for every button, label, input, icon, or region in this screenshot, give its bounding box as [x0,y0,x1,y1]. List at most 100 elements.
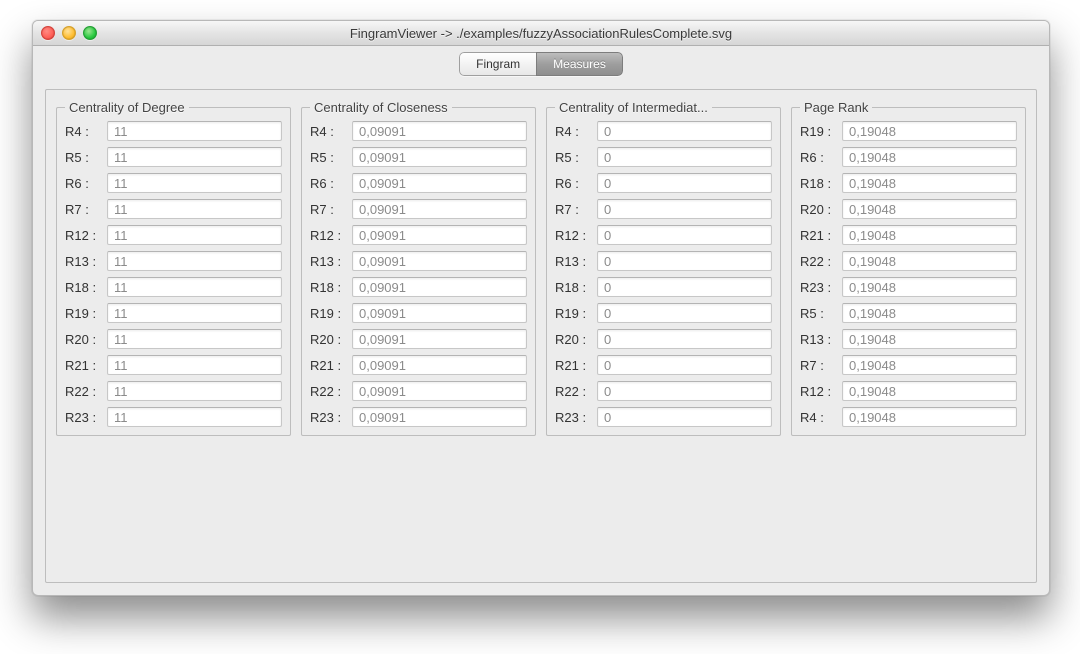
measure-value[interactable] [597,277,772,297]
measure-row: R4 : [65,121,282,141]
group-title: Centrality of Intermediat... [555,100,712,115]
measure-label: R23 : [65,410,103,425]
measure-value[interactable] [597,147,772,167]
measure-label: R6 : [65,176,103,191]
measure-value[interactable] [352,121,527,141]
close-icon[interactable] [41,26,55,40]
measure-value[interactable] [597,251,772,271]
measure-value[interactable] [107,277,282,297]
measure-value[interactable] [597,199,772,219]
measure-value[interactable] [107,225,282,245]
measure-value[interactable] [352,199,527,219]
measure-row: R5 : [65,147,282,167]
measure-row: R18 : [555,277,772,297]
group-title: Centrality of Degree [65,100,189,115]
measure-value[interactable] [107,147,282,167]
measure-label: R21 : [555,358,593,373]
measure-row: R12 : [310,225,527,245]
measure-value[interactable] [597,381,772,401]
measure-value[interactable] [842,329,1017,349]
group-title: Centrality of Closeness [310,100,452,115]
measure-label: R4 : [555,124,593,139]
measure-row: R6 : [555,173,772,193]
measure-row: R7 : [555,199,772,219]
measure-value[interactable] [352,225,527,245]
measure-value[interactable] [842,251,1017,271]
measure-row: R13 : [65,251,282,271]
measure-label: R23 : [555,410,593,425]
measure-value[interactable] [597,121,772,141]
measure-value[interactable] [352,355,527,375]
measure-value[interactable] [107,407,282,427]
tab-fingram[interactable]: Fingram [459,52,536,76]
measure-row: R23 : [65,407,282,427]
measure-row: R5 : [555,147,772,167]
measure-value[interactable] [842,381,1017,401]
measure-value[interactable] [352,407,527,427]
measure-label: R5 : [555,150,593,165]
measure-row: R7 : [800,355,1017,375]
measure-label: R19 : [555,306,593,321]
measure-value[interactable] [842,173,1017,193]
measure-row: R6 : [800,147,1017,167]
measure-value[interactable] [107,381,282,401]
measure-value[interactable] [352,251,527,271]
measure-label: R22 : [555,384,593,399]
measure-value[interactable] [597,303,772,323]
measure-value[interactable] [107,355,282,375]
measure-label: R5 : [310,150,348,165]
measure-value[interactable] [597,225,772,245]
measure-label: R22 : [800,254,838,269]
measure-row: R7 : [310,199,527,219]
measure-row: R18 : [65,277,282,297]
measure-value[interactable] [107,303,282,323]
titlebar: FingramViewer -> ./examples/fuzzyAssocia… [33,21,1049,46]
measure-value[interactable] [842,225,1017,245]
measure-label: R7 : [65,202,103,217]
measure-label: R12 : [65,228,103,243]
measure-value[interactable] [597,173,772,193]
measure-row: R20 : [65,329,282,349]
measure-value[interactable] [842,355,1017,375]
measure-value[interactable] [842,303,1017,323]
measure-value[interactable] [842,121,1017,141]
measure-label: R5 : [800,306,838,321]
measure-value[interactable] [597,329,772,349]
measure-value[interactable] [352,381,527,401]
measure-label: R6 : [555,176,593,191]
measure-value[interactable] [107,199,282,219]
measures-panel: Centrality of Degree R4 : R5 : R6 : R7 : R12 … [45,89,1037,583]
measure-value[interactable] [352,277,527,297]
measure-value[interactable] [842,199,1017,219]
measure-value[interactable] [842,277,1017,297]
measure-label: R19 : [800,124,838,139]
measure-row: R19 : [310,303,527,323]
measure-label: R13 : [555,254,593,269]
toolbar: Fingram Measures [33,46,1049,82]
measure-value[interactable] [597,355,772,375]
measure-row: R23 : [310,407,527,427]
measure-value[interactable] [352,173,527,193]
measure-value[interactable] [842,407,1017,427]
measure-value[interactable] [352,303,527,323]
tab-measures[interactable]: Measures [536,52,623,76]
measure-value[interactable] [107,329,282,349]
measure-row: R18 : [310,277,527,297]
measure-label: R6 : [310,176,348,191]
measure-label: R21 : [310,358,348,373]
measure-label: R12 : [310,228,348,243]
measure-row: R20 : [800,199,1017,219]
measure-row: R22 : [310,381,527,401]
measure-value[interactable] [352,147,527,167]
measure-value[interactable] [107,251,282,271]
zoom-icon[interactable] [83,26,97,40]
measure-value[interactable] [107,173,282,193]
measure-value[interactable] [352,329,527,349]
measure-label: R13 : [800,332,838,347]
measure-value[interactable] [597,407,772,427]
measure-value[interactable] [842,147,1017,167]
measure-row: R19 : [800,121,1017,141]
minimize-icon[interactable] [62,26,76,40]
app-window: FingramViewer -> ./examples/fuzzyAssocia… [32,20,1050,596]
measure-value[interactable] [107,121,282,141]
